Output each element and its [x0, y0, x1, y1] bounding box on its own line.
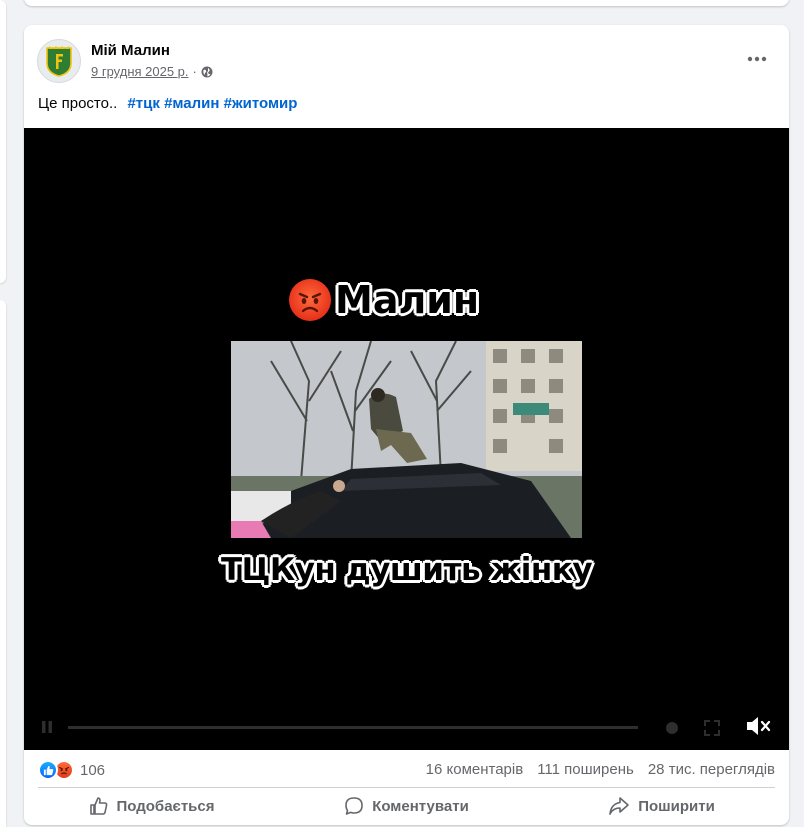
page-logo-icon: [46, 46, 72, 77]
hashtag-link[interactable]: #тцк: [127, 95, 159, 112]
video-controls: [24, 702, 789, 750]
post-date[interactable]: 9 грудня 2025 р.: [91, 64, 189, 79]
share-button[interactable]: Поширити: [534, 790, 789, 822]
post-card: Мій Малин 9 грудня 2025 р. · Це просто..…: [24, 25, 789, 825]
mute-button[interactable]: [745, 714, 773, 738]
more-options-button[interactable]: [739, 47, 775, 71]
engagement-counts: 16 коментарів 111 поширень 28 тис. перег…: [426, 761, 775, 778]
comment-button[interactable]: Коментувати: [279, 790, 534, 822]
comment-button-label: Коментувати: [372, 797, 469, 815]
video-caption: ТЦКун душить жінку: [220, 552, 593, 588]
share-icon: [609, 797, 629, 815]
video-player[interactable]: Малин ТЦКун душить жінку: [24, 128, 789, 750]
settings-icon[interactable]: [664, 720, 680, 736]
post-stats: 106 16 коментарів 111 поширень 28 тис. п…: [24, 758, 789, 784]
reaction-summary[interactable]: 106: [38, 760, 105, 780]
post-meta: 9 грудня 2025 р. ·: [91, 64, 213, 79]
sidebar-card-edge: [0, 300, 6, 827]
like-icon: [38, 760, 58, 780]
comment-count[interactable]: 16 коментарів: [426, 761, 524, 778]
hashtag-link[interactable]: #малин: [164, 95, 219, 112]
fullscreen-icon[interactable]: [704, 720, 720, 736]
post-text: Це просто.. #тцк #малин #житомир: [38, 95, 297, 112]
meta-separator: ·: [192, 64, 197, 79]
post-actions: Подобається Коментувати Поширити: [24, 790, 789, 822]
video-title-text: Малин: [335, 278, 480, 322]
video-title: Малин: [289, 278, 479, 322]
reaction-count: 106: [80, 761, 106, 779]
share-button-label: Поширити: [638, 797, 715, 815]
view-count: 28 тис. переглядів: [647, 761, 775, 778]
video-progress-bar[interactable]: [68, 726, 638, 729]
video-frame: [231, 341, 582, 538]
sidebar-card-edge: [0, 0, 6, 283]
comment-icon: [345, 797, 363, 815]
previous-post-card: [24, 0, 789, 6]
hashtag-link[interactable]: #житомир: [224, 95, 298, 112]
post-body: Це просто..: [38, 95, 118, 112]
like-button-label: Подобається: [116, 797, 215, 815]
share-count[interactable]: 111 поширень: [537, 761, 634, 778]
more-dots-icon: [747, 56, 767, 62]
divider: [38, 787, 775, 788]
globe-icon: [201, 66, 213, 77]
post-author[interactable]: Мій Малин: [91, 42, 170, 59]
avatar[interactable]: [37, 39, 81, 83]
pause-icon[interactable]: [40, 720, 54, 734]
like-button[interactable]: Подобається: [24, 790, 279, 822]
angry-face-emoji: [289, 279, 331, 321]
volume-muted-icon: [747, 717, 771, 735]
thumbs-up-icon: [89, 797, 107, 815]
